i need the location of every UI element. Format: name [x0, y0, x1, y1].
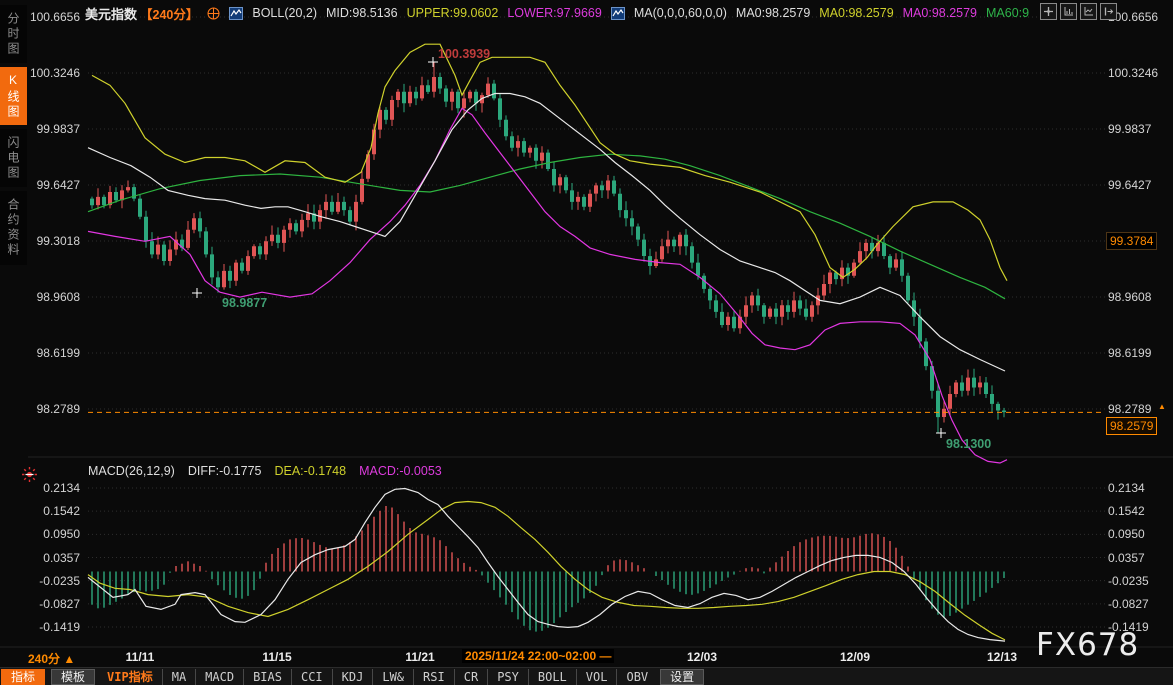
pan-tool-icon[interactable]	[1040, 3, 1057, 20]
date-tick: 12/03	[687, 650, 717, 664]
crosshair-time-label: 2025/11/24 22:00~02:00 —	[462, 649, 614, 663]
symbol-title: 美元指数	[85, 4, 137, 23]
date-tick: 12/13	[987, 650, 1017, 664]
date-tick: 11/21	[405, 650, 434, 664]
ma60-value: MA60:9	[986, 6, 1029, 20]
toolbar-vip-indicators-button[interactable]: VIP指标	[98, 669, 162, 685]
low-price-annotation: 98.9877	[222, 296, 267, 310]
date-tick: 12/09	[840, 650, 870, 664]
ma-chart-icon	[611, 7, 625, 20]
boll-upper-value: UPPER:99.0602	[407, 6, 499, 20]
last-price-badge: 98.2579	[1106, 417, 1157, 435]
toolbar-kdj-button[interactable]: KDJ	[332, 669, 373, 685]
boll-lower-value: LOWER:97.9669	[507, 6, 602, 20]
toolbar-macd-button[interactable]: MACD	[195, 669, 243, 685]
date-tick: 11/15	[262, 650, 291, 664]
date-tick: 11/11	[126, 650, 155, 664]
step-forward-icon[interactable]	[1100, 3, 1117, 20]
macd-params: MACD(26,12,9)	[88, 464, 175, 478]
low-price-annotation: 98.1300	[946, 437, 991, 451]
time-axis: 240分 ▲ 11/11 11/15 11/21 12/03 12/09 12/…	[0, 648, 1173, 667]
period-selector[interactable]: 240分 ▲	[28, 650, 75, 667]
ma0-value-1: MA0:98.2579	[736, 6, 810, 20]
toolbar-rsi-button[interactable]: RSI	[413, 669, 454, 685]
toolbar-ma-button[interactable]: MA	[162, 669, 195, 685]
toolbar-cr-button[interactable]: CR	[454, 669, 487, 685]
price-up-arrow-icon: ▲	[1158, 402, 1166, 411]
scale-x-axis-icon[interactable]	[1080, 3, 1097, 20]
toolbar-lwr-button[interactable]: LW&	[372, 669, 413, 685]
boll-mid-value: MID:98.5136	[326, 6, 398, 20]
macd-header: MACD(26,12,9) DIFF:-0.1775 DEA:-0.1748 M…	[88, 463, 442, 479]
toolbar-cci-button[interactable]: CCI	[291, 669, 332, 685]
ma-params: MA(0,0,0,60,0,0)	[634, 6, 727, 20]
toolbar-indicators-button[interactable]: 指标	[1, 669, 45, 685]
collapse-icon[interactable]	[207, 7, 220, 20]
chart-tool-buttons	[1040, 3, 1117, 20]
ma0-value-3: MA0:98.2579	[903, 6, 977, 20]
toolbar-psy-button[interactable]: PSY	[487, 669, 528, 685]
toolbar-bias-button[interactable]: BIAS	[243, 669, 291, 685]
toolbar-template-button[interactable]: 模板	[51, 669, 95, 685]
toolbar-obv-button[interactable]: OBV	[616, 669, 657, 685]
toolbar-boll-button[interactable]: BOLL	[528, 669, 576, 685]
alert-pulse-icon[interactable]	[21, 466, 38, 488]
toolbar-settings-button[interactable]: 设置	[660, 669, 704, 685]
toolbar-vol-button[interactable]: VOL	[576, 669, 617, 685]
bottom-toolbar: 指标 模板 VIP指标 MA MACD BIAS CCI KDJ LW& RSI…	[0, 667, 1173, 685]
chart-canvas[interactable]: 100.3939 98.9877 98.1300	[0, 0, 1173, 685]
macd-diff-value: DIFF:-0.1775	[188, 464, 262, 478]
indicator-header: 美元指数 【240分】 BOLL(20,2) MID:98.5136 UPPER…	[85, 4, 1029, 22]
boll-params: BOLL(20,2)	[252, 6, 317, 20]
high-price-annotation: 100.3939	[438, 47, 490, 61]
ma0-value-2: MA0:98.2579	[819, 6, 893, 20]
scale-y-axis-icon[interactable]	[1060, 3, 1077, 20]
macd-macd-value: MACD:-0.0053	[359, 464, 442, 478]
upper-band-price-badge: 99.3784	[1106, 232, 1157, 250]
period-label: 【240分】	[140, 4, 198, 23]
boll-chart-icon	[229, 7, 243, 20]
trading-app-window: 100.393998.987798.1300 分时图 K线图 闪电图 合约资料 …	[0, 0, 1173, 685]
macd-dea-value: DEA:-0.1748	[274, 464, 346, 478]
